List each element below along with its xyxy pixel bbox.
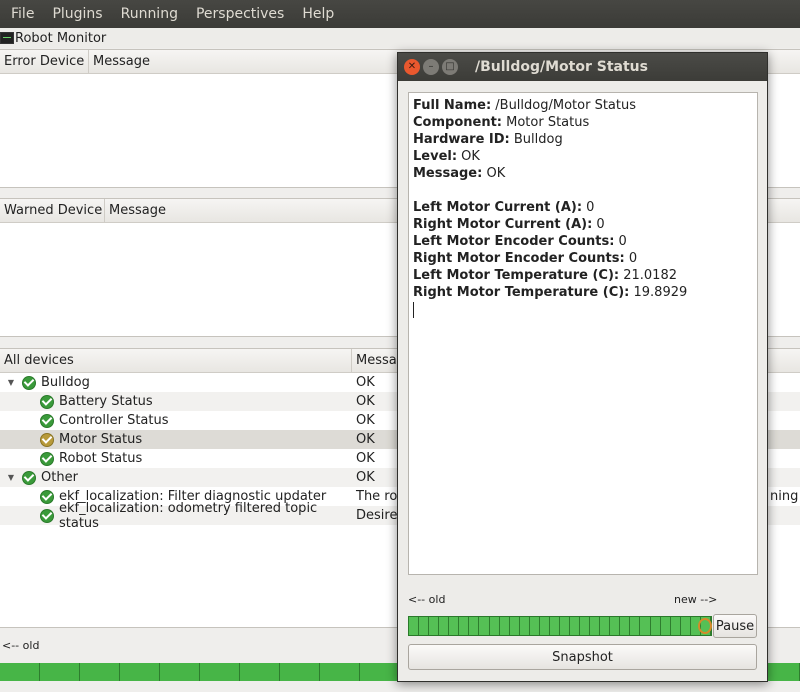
timeline-marker-icon[interactable]	[698, 618, 712, 634]
pause-button[interactable]: Pause	[713, 614, 757, 638]
all-devices-column-header[interactable]: All devices	[0, 349, 352, 372]
minimize-icon[interactable]: –	[423, 59, 439, 75]
menu-plugins[interactable]: Plugins	[43, 0, 111, 28]
menu-file[interactable]: File	[2, 0, 43, 28]
device-name: Bulldog	[41, 375, 90, 390]
motor-status-dialog: ✕ – □ /Bulldog/Motor Status Full Name: /…	[397, 52, 768, 682]
value-line: Left Motor Encoder Counts: 0	[413, 234, 627, 249]
ok-status-icon	[22, 470, 36, 485]
detail-line: Message: OK	[413, 166, 506, 181]
ok-status-icon	[40, 413, 54, 428]
value-line: Right Motor Temperature (C): 19.8929	[413, 285, 688, 300]
value-line: Left Motor Current (A): 0	[413, 200, 595, 215]
detail-line: Hardware ID: Bulldog	[413, 132, 563, 147]
ok-status-icon	[40, 394, 54, 409]
ok-status-icon	[40, 451, 54, 466]
device-name: Battery Status	[59, 394, 153, 409]
timeline-old-label: <-- old	[2, 639, 40, 652]
snapshot-button[interactable]: Snapshot	[408, 644, 757, 670]
robot-monitor-label: Robot Monitor	[15, 30, 107, 46]
device-message: OK	[356, 413, 375, 428]
device-message: OK	[356, 451, 375, 466]
dialog-title: /Bulldog/Motor Status	[475, 59, 648, 75]
status-timeline[interactable]	[408, 616, 712, 636]
device-name: Controller Status	[59, 413, 169, 428]
status-detail-text[interactable]: Full Name: /Bulldog/Motor Status Compone…	[408, 92, 758, 575]
dialog-titlebar[interactable]: ✕ – □ /Bulldog/Motor Status	[398, 53, 767, 81]
device-message: OK	[356, 432, 375, 447]
timeline-new-label: new -->	[674, 593, 718, 606]
detail-line: Component: Motor Status	[413, 115, 590, 130]
device-message: OK	[356, 470, 375, 485]
monitor-icon	[0, 32, 14, 44]
device-name: ekf_localization: odometry filtered topi…	[59, 500, 318, 531]
menu-running[interactable]: Running	[112, 0, 187, 28]
ok-status-icon	[40, 432, 54, 447]
menu-help[interactable]: Help	[293, 0, 343, 28]
value-line: Left Motor Temperature (C): 21.0182	[413, 268, 677, 283]
ok-status-icon	[22, 375, 36, 390]
expand-triangle-icon[interactable]: ▼	[6, 473, 16, 482]
device-message: OK	[356, 394, 375, 409]
maximize-icon[interactable]: □	[442, 59, 458, 75]
detail-line: Full Name: /Bulldog/Motor Status	[413, 98, 636, 113]
value-line: Right Motor Current (A): 0	[413, 217, 605, 232]
text-cursor	[413, 302, 414, 318]
detail-line: Level: OK	[413, 149, 480, 164]
device-message: The ro	[356, 489, 398, 504]
expand-triangle-icon[interactable]: ▼	[6, 378, 16, 387]
ok-status-icon	[40, 508, 54, 523]
device-name: Motor Status	[59, 432, 143, 447]
error-device-column-header[interactable]: Error Device	[0, 50, 89, 73]
close-icon[interactable]: ✕	[404, 59, 420, 75]
robot-monitor-title: Robot Monitor	[0, 28, 800, 48]
timeline-old-label: <-- old	[408, 593, 446, 606]
menu-bar: File Plugins Running Perspectives Help	[0, 0, 800, 28]
device-message: OK	[356, 375, 375, 390]
device-name: Robot Status	[59, 451, 143, 466]
menu-perspectives[interactable]: Perspectives	[187, 0, 293, 28]
device-message-overflow: ning p	[770, 489, 800, 504]
value-line: Right Motor Encoder Counts: 0	[413, 251, 638, 266]
device-message: Desire	[356, 508, 398, 523]
warned-device-column-header[interactable]: Warned Device	[0, 199, 105, 222]
device-name: Other	[41, 470, 78, 485]
